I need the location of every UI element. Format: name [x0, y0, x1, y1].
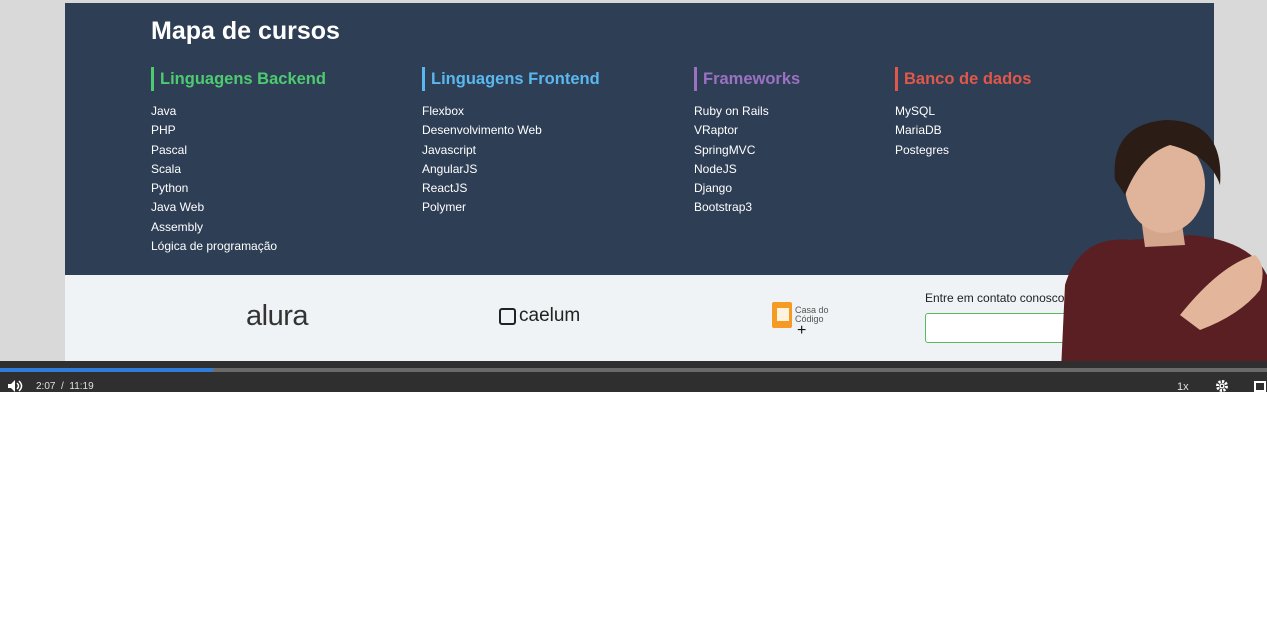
course-link[interactable]: Java Web	[151, 198, 326, 217]
speed-button[interactable]: 1x	[1177, 381, 1189, 392]
course-list: Java PHP Pascal Scala Python Java Web As…	[151, 102, 326, 256]
gear-icon[interactable]	[1215, 379, 1229, 392]
course-link[interactable]: Flexbox	[422, 102, 600, 121]
course-column-backend: Linguagens Backend Java PHP Pascal Scala…	[151, 67, 326, 256]
course-column-frameworks: Frameworks Ruby on Rails VRaptor SpringM…	[694, 67, 800, 218]
course-link[interactable]: NodeJS	[694, 160, 800, 179]
column-heading: Linguagens Frontend	[422, 67, 600, 91]
course-list: MySQL MariaDB Postegres	[895, 102, 1031, 160]
column-heading: Linguagens Backend	[151, 67, 326, 91]
player-controls: 2:07 / 11:19 1x	[0, 361, 1267, 392]
course-link[interactable]: Desenvolvimento Web	[422, 121, 600, 140]
course-link[interactable]: Assembly	[151, 218, 326, 237]
course-link[interactable]: ReactJS	[422, 179, 600, 198]
course-link[interactable]: MySQL	[895, 102, 1031, 121]
course-link[interactable]: Django	[694, 179, 800, 198]
partners-footer: alura caelum Casa do Código Entre em con…	[65, 275, 1214, 361]
course-link[interactable]: Java	[151, 102, 326, 121]
course-list: Ruby on Rails VRaptor SpringMVC NodeJS D…	[694, 102, 800, 218]
progress-track[interactable]	[0, 368, 1267, 372]
course-link[interactable]: SpringMVC	[694, 141, 800, 160]
course-column-databases: Banco de dados MySQL MariaDB Postegres	[895, 67, 1031, 160]
fullscreen-icon[interactable]	[1254, 381, 1266, 392]
course-link[interactable]: Postegres	[895, 141, 1031, 160]
video-player[interactable]: Mapa de cursos Linguagens Backend Java P…	[0, 0, 1267, 392]
time-display: 2:07 / 11:19	[36, 381, 94, 392]
course-link[interactable]: MariaDB	[895, 121, 1031, 140]
course-link[interactable]: AngularJS	[422, 160, 600, 179]
crosshair-cursor-icon: +	[797, 322, 807, 339]
course-map-section: Mapa de cursos Linguagens Backend Java P…	[65, 3, 1214, 275]
caelum-wordmark: caelum	[519, 305, 581, 326]
book-icon	[772, 302, 792, 328]
volume-icon[interactable]	[8, 380, 24, 392]
course-link[interactable]: Pascal	[151, 141, 326, 160]
course-list: Flexbox Desenvolvimento Web Javascript A…	[422, 102, 600, 218]
contact-label: Entre em contato conosco	[925, 291, 1065, 305]
course-link[interactable]: VRaptor	[694, 121, 800, 140]
current-time: 2:07	[36, 381, 56, 392]
course-link[interactable]: Javascript	[422, 141, 600, 160]
alura-logo[interactable]: alura	[246, 300, 309, 333]
column-heading: Banco de dados	[895, 67, 1031, 91]
duration: 11:19	[69, 381, 94, 392]
course-link[interactable]: Scala	[151, 160, 326, 179]
presenter-webcam	[1060, 120, 1267, 392]
course-column-frontend: Linguagens Frontend Flexbox Desenvolvime…	[422, 67, 600, 218]
time-separator: /	[61, 381, 64, 392]
course-link[interactable]: Lógica de programação	[151, 237, 326, 256]
course-link[interactable]: Polymer	[422, 198, 600, 217]
progress-played	[0, 368, 213, 372]
course-link[interactable]: Bootstrap3	[694, 198, 800, 217]
caelum-logo[interactable]: caelum	[499, 305, 580, 327]
course-link[interactable]: Ruby on Rails	[694, 102, 800, 121]
course-link[interactable]: Python	[151, 179, 326, 198]
caelum-mark-icon	[499, 307, 516, 325]
page-title: Mapa de cursos	[151, 17, 340, 45]
column-heading: Frameworks	[694, 67, 800, 91]
course-link[interactable]: PHP	[151, 121, 326, 140]
